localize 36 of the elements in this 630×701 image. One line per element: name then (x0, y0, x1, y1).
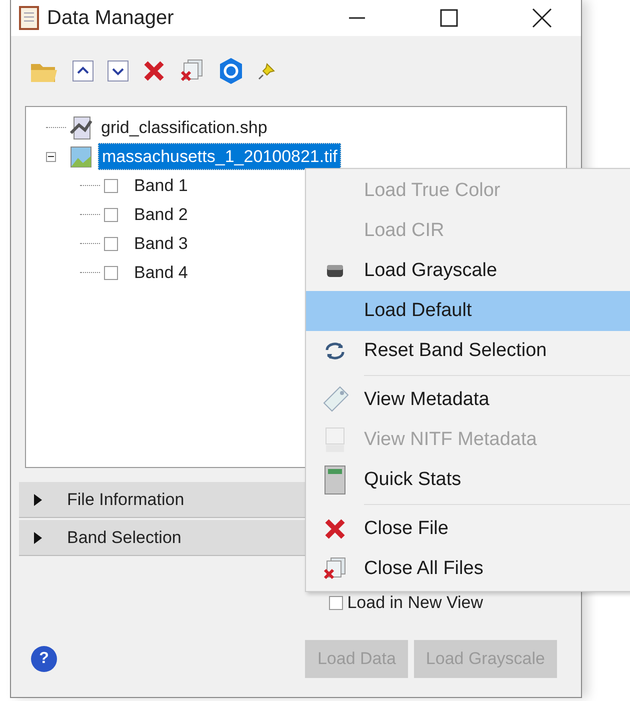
band-checkbox[interactable] (104, 236, 118, 250)
hexagon-icon[interactable] (218, 57, 244, 85)
collapsed-caret-icon (33, 494, 43, 506)
move-down-icon[interactable] (107, 60, 129, 82)
checkbox-label: Load in New View (347, 592, 483, 614)
band-checkbox[interactable] (104, 178, 118, 192)
band-checkbox[interactable] (104, 208, 118, 222)
tree-item[interactable]: Band 1 (134, 172, 188, 198)
document-icon (323, 426, 347, 454)
collapse-toggle[interactable] (46, 152, 56, 162)
band-checkbox[interactable] (104, 266, 118, 280)
collapsed-caret-icon (33, 532, 43, 544)
raster-image-icon (68, 144, 94, 170)
checkbox[interactable] (329, 596, 344, 610)
calculator-icon (324, 465, 346, 495)
app-icon (19, 6, 39, 30)
menu-item[interactable]: Load Grayscale (306, 251, 630, 291)
tree-item[interactable]: Band 2 (134, 202, 188, 228)
tree-item[interactable]: Band 4 (134, 260, 188, 286)
menu-item[interactable]: Reset Band Selection (306, 331, 630, 371)
refresh-icon (323, 341, 347, 361)
grayscale-icon (325, 263, 345, 279)
close-all-icon[interactable] (322, 556, 348, 582)
maximize-icon[interactable] (439, 8, 459, 28)
tree-item[interactable]: massachusetts_1_20100821.tif (98, 142, 342, 170)
tree-item[interactable]: Band 3 (134, 230, 188, 256)
pin-icon[interactable] (257, 61, 277, 81)
menu-item[interactable]: View Metadata (306, 380, 630, 420)
shapefile-icon (68, 114, 94, 140)
close-icon[interactable] (531, 7, 553, 29)
help-button[interactable]: ? (31, 646, 57, 672)
window-title: Data Manager (47, 6, 174, 31)
tree-item[interactable]: grid_classification.shp (98, 114, 270, 140)
move-up-icon[interactable] (72, 60, 94, 82)
close-all-icon[interactable] (179, 58, 205, 84)
menu-item[interactable]: Load Default (306, 291, 630, 331)
